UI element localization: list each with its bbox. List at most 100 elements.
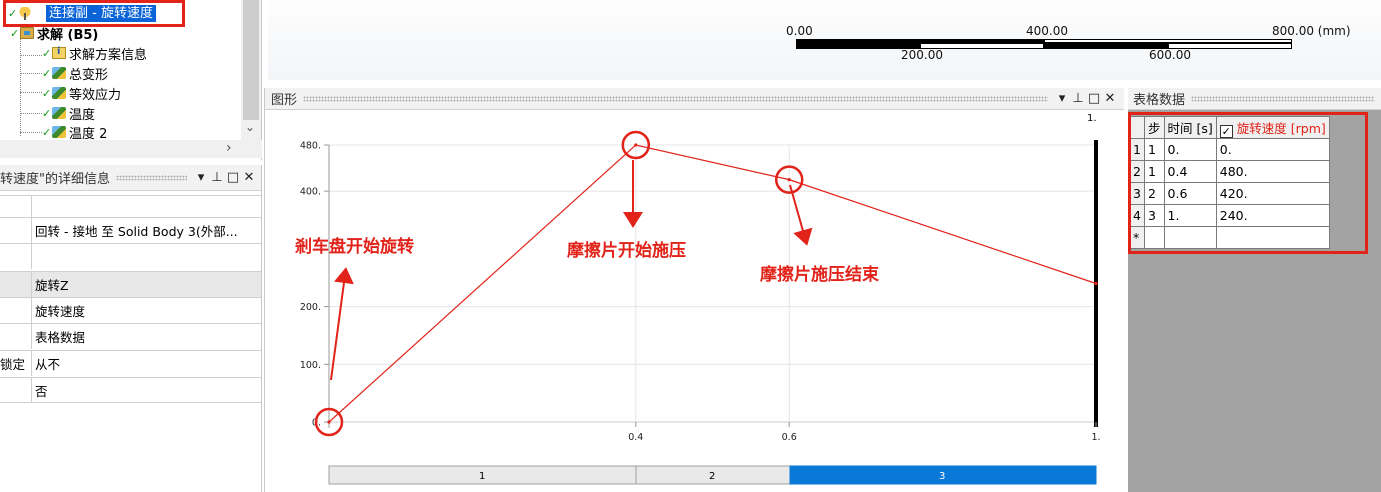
chart-canvas[interactable]: 0.100.200.400.480.0.4 0.6 1. 剎车盘开始旋转 摩擦片开始…	[265, 110, 1125, 492]
project-tree: ✓ 连接副 - 旋转速度 ✓ 求解 (B5) ✓ 求解方案信息 ✓ 总变形 ✓ …	[0, 0, 262, 160]
y-tick-label: 480.	[300, 141, 321, 152]
details-value: 从不	[35, 357, 61, 372]
details-title: 转速度"的详细信息	[0, 172, 110, 187]
details-value: 旋转速度	[35, 304, 86, 319]
data-point	[787, 178, 791, 182]
data-point	[327, 420, 331, 424]
tree-item-label: 温度	[69, 107, 96, 123]
graph-pane: 图形 ▾ ⊥ □ ✕ 0. 100. 200. 400. 480. 0.4 0.6 1. 剎车…	[264, 88, 1124, 492]
details-value: 表格数据	[35, 330, 86, 345]
maximize-icon[interactable]: □	[1086, 91, 1102, 106]
chevron-right-icon[interactable]: ›	[226, 140, 232, 156]
details-key	[0, 272, 32, 297]
scale-label: 200.00	[901, 48, 943, 62]
data-point	[634, 143, 638, 147]
details-key	[0, 218, 32, 243]
result-cube-icon	[52, 67, 66, 79]
annotation-disc-start: 剎车盘开始旋转	[294, 236, 414, 257]
data-point	[1094, 281, 1098, 286]
tree-connector	[20, 132, 42, 133]
check-icon: ✓	[42, 106, 52, 120]
details-row[interactable]: 回转 - 接地 至 Solid Body 3(外部...	[0, 217, 261, 243]
details-value: 回转 - 接地 至 Solid Body 3(外部...	[35, 224, 238, 239]
geometry-view[interactable]: 0.00 400.00 800.00 (mm) 200.00 600.00	[268, 0, 1381, 80]
check-icon: ✓	[42, 66, 52, 80]
pin-icon[interactable]: ⊥	[209, 170, 225, 185]
check-icon: ✓	[42, 86, 52, 100]
annotation-arrow	[789, 184, 813, 246]
header-grip	[303, 95, 1048, 102]
tree-item-label: 求解方案信息	[69, 47, 148, 63]
table-header: 表格数据	[1128, 88, 1381, 110]
tree-item-label: 等效应力	[69, 87, 122, 103]
tree-item-solution-info[interactable]: ✓ 求解方案信息	[42, 44, 148, 63]
tree-item-label: 求解 (B5)	[37, 27, 99, 43]
details-key	[0, 244, 32, 269]
pin-icon[interactable]: ⊥	[1070, 91, 1086, 106]
scale-label: 400.00	[1026, 24, 1068, 38]
tree-item-temperature[interactable]: ✓ 温度	[42, 104, 96, 123]
check-icon: ✓	[10, 26, 20, 40]
graph-header: 图形 ▾ ⊥ □ ✕	[265, 88, 1124, 110]
step-label: 3	[939, 471, 945, 482]
solution-info-icon	[52, 46, 66, 59]
tree-connector	[20, 55, 42, 56]
scrollbar-thumb[interactable]	[243, 0, 259, 120]
y-tick-label: 100.	[300, 360, 321, 371]
scale-label: 0.00	[786, 24, 813, 38]
dropdown-icon[interactable]: ▾	[193, 170, 209, 185]
table-highlight-box	[1128, 112, 1368, 254]
scale-label: 800.00 (mm)	[1272, 24, 1351, 38]
details-key	[0, 324, 32, 349]
step-label: 1	[479, 471, 485, 482]
details-row[interactable]: 表格数据	[0, 323, 261, 349]
joint-load-icon	[18, 7, 32, 20]
header-grip	[115, 174, 187, 181]
details-header: 转速度"的详细信息 ▾ ⊥ □ ✕	[0, 165, 261, 191]
solution-icon	[20, 27, 34, 39]
annotation-pressure-start: 摩擦片开始施压	[567, 240, 686, 261]
details-row[interactable]: 否	[0, 377, 261, 403]
y-tick-label: 400.	[300, 187, 321, 198]
tree-horizontal-scrollbar[interactable]: ›	[0, 140, 262, 158]
header-grip	[1191, 95, 1375, 102]
tree-item-label: 连接副 - 旋转速度	[46, 5, 156, 22]
details-value: 否	[35, 383, 48, 399]
chevron-down-icon[interactable]: ⌄	[245, 120, 255, 134]
tree-item-temperature-2[interactable]: ✓ 温度 2	[42, 123, 107, 142]
details-key	[0, 378, 32, 402]
details-key: 锁定	[0, 351, 32, 376]
table-title: 表格数据	[1133, 93, 1186, 108]
graph-title: 图形	[271, 93, 298, 108]
check-icon: ✓	[42, 125, 52, 139]
close-icon[interactable]: ✕	[241, 170, 257, 185]
step-label: 2	[709, 471, 715, 482]
scale-label: 600.00	[1149, 48, 1191, 62]
result-cube-icon	[52, 126, 66, 138]
details-key	[0, 298, 32, 323]
series-line	[328, 144, 1097, 423]
chart-top-right-label: 1.	[1087, 113, 1097, 124]
tree-connector	[20, 113, 42, 114]
check-icon: ✓	[8, 6, 18, 20]
tree-connector	[20, 92, 42, 93]
details-pane: 转速度"的详细信息 ▾ ⊥ □ ✕ 回转 - 接地 至 Solid Body 3…	[0, 165, 262, 492]
tree-item-solution[interactable]: ✓ 求解 (B5)	[10, 24, 99, 43]
tree-connector	[20, 73, 42, 74]
tree-item-equivalent-stress[interactable]: ✓ 等效应力	[42, 84, 122, 103]
details-row[interactable]	[0, 243, 261, 269]
x-tick-label: 0.6	[782, 432, 797, 443]
x-tick-label: 0.4	[628, 432, 643, 443]
annotation-pressure-end: 摩擦片施压结束	[760, 264, 879, 285]
tree-item-total-deformation[interactable]: ✓ 总变形	[42, 64, 108, 83]
x-tick-label: 1.	[1091, 432, 1100, 443]
result-cube-icon	[52, 107, 66, 119]
maximize-icon[interactable]: □	[225, 170, 241, 185]
details-row[interactable]: 旋转Z	[0, 271, 261, 297]
result-cube-icon	[52, 87, 66, 99]
tree-vertical-scrollbar[interactable]: ⌄	[241, 0, 261, 140]
dropdown-icon[interactable]: ▾	[1054, 91, 1070, 106]
details-row[interactable]: 旋转速度	[0, 297, 261, 323]
details-row[interactable]: 锁定 从不	[0, 350, 261, 376]
close-icon[interactable]: ✕	[1102, 91, 1118, 106]
